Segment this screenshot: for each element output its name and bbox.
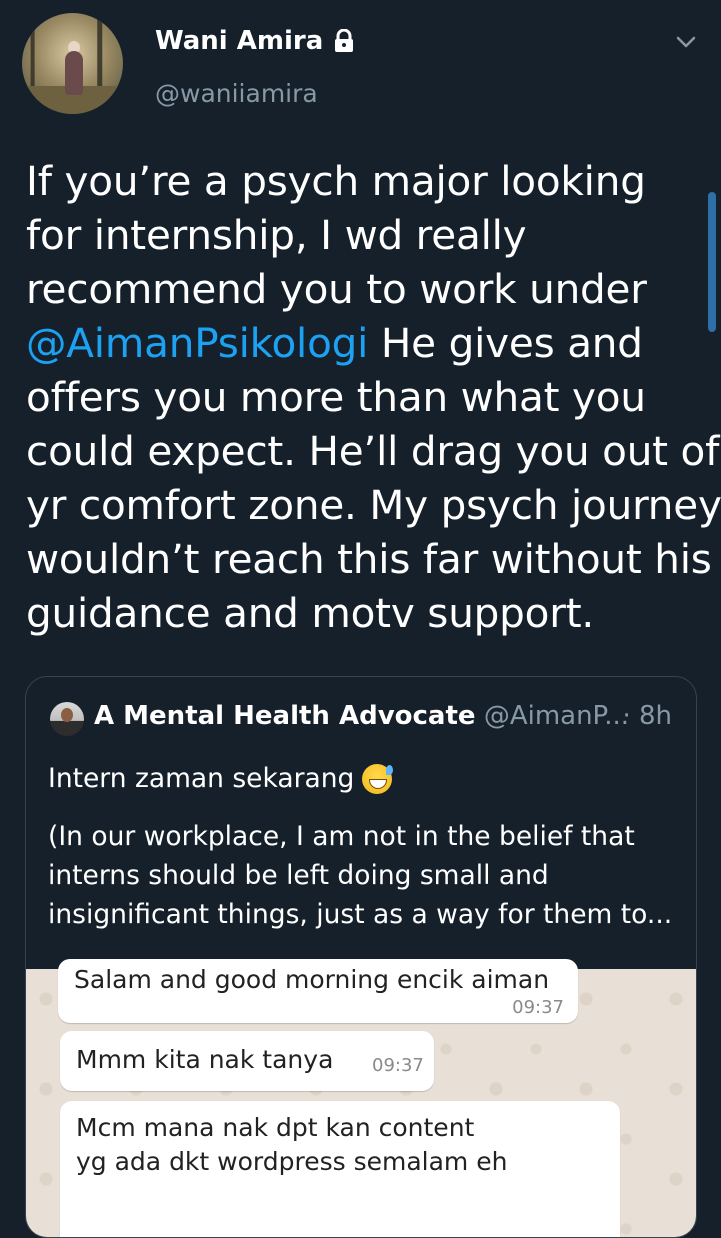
tweet-line: offers you more than what you [26, 373, 646, 421]
tweet-line-rest: He gives and [368, 319, 643, 367]
quoted-author-avatar[interactable] [50, 702, 84, 736]
quoted-body-line: insignificant things, just as a way for … [48, 899, 673, 930]
chat-message-text: Mmm kita nak tanya [76, 1045, 334, 1074]
chat-message-time: 09:37 [512, 997, 564, 1018]
quoted-tweet-body: (In our workplace, I am not in the belie… [48, 817, 678, 934]
quoted-tweet-time: · 8h [622, 701, 672, 731]
author-handle[interactable]: @waniiamira [155, 79, 318, 108]
quoted-first-line-text: Intern zaman sekarang [48, 763, 355, 794]
chat-bubble: Mcm mana nak dpt kan content yg ada dkt … [60, 1101, 620, 1237]
lock-icon [335, 29, 354, 52]
quoted-tweet-card[interactable]: A Mental Health Advocate @AimanP... · 8h… [25, 676, 697, 1238]
tweet-line: If you’re a psych major looking [26, 157, 646, 205]
tweet-line: recommend you to work under [26, 265, 647, 313]
chat-message-text: Salam and good morning encik aiman [74, 965, 550, 994]
tweet-line: could expect. He’ll drag you out of [26, 427, 720, 475]
chat-message-time: 09:37 [372, 1055, 424, 1076]
tweet-line: guidance and motv support. [26, 589, 595, 637]
quoted-body-line: (In our workplace, I am not in the belie… [48, 821, 635, 852]
author-avatar[interactable] [22, 13, 123, 114]
author-name-text[interactable]: Wani Amira [155, 26, 323, 56]
tweet-line: for internship, I wd really [26, 211, 527, 259]
tweet-text: If you’re a psych major looking for inte… [26, 154, 721, 640]
tweet-line: yr comfort zone. My psych journey [26, 481, 721, 529]
chat-bubble: Mmm kita nak tanya 09:37 [60, 1031, 434, 1091]
chat-message-text: Mcm mana nak dpt kan content [76, 1113, 475, 1142]
quoted-tweet-image[interactable]: Salam and good morning encik aiman 09:37… [26, 959, 696, 1237]
mention-link[interactable]: @AimanPsikologi [26, 319, 368, 367]
quoted-tweet-first-line: Intern zaman sekarang [48, 763, 394, 794]
chat-message-text: yg ada dkt wordpress semalam eh [76, 1147, 508, 1176]
quoted-body-line: interns should be left doing small and [48, 860, 549, 891]
quoted-tweet-header: A Mental Health Advocate @AimanP... [94, 701, 684, 731]
chevron-down-icon[interactable] [674, 30, 698, 54]
tweet-line-with-mention: @AimanPsikologi He gives and [26, 316, 706, 370]
quoted-author-handle[interactable]: @AimanP... [484, 701, 629, 731]
quoted-author-name[interactable]: A Mental Health Advocate [94, 701, 476, 731]
grinning-sweat-emoji-icon [362, 763, 394, 794]
chat-bubble: Salam and good morning encik aiman 09:37 [58, 959, 578, 1023]
scrollbar[interactable] [708, 192, 716, 332]
author-display-name[interactable]: Wani Amira [155, 26, 355, 56]
tweet-line: wouldn’t reach this far without his [26, 535, 712, 583]
